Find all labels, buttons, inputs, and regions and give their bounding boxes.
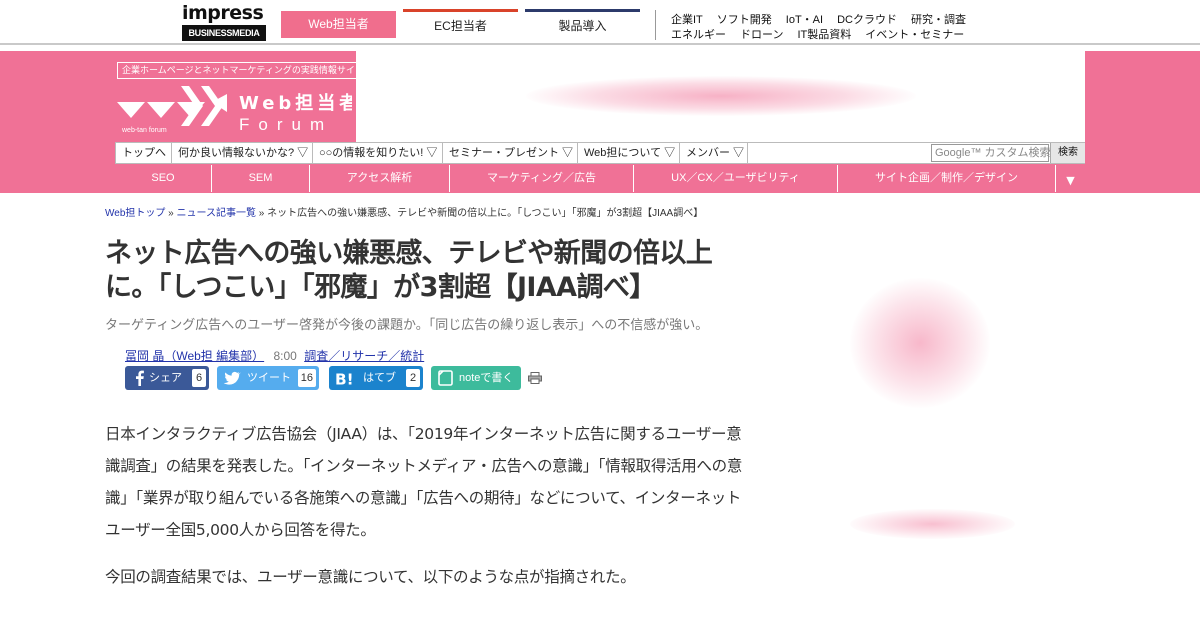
header-ad-banner[interactable]	[356, 51, 1085, 142]
impress-logo-word: impress	[182, 2, 264, 24]
logo-forum-text: Forum	[239, 115, 333, 134]
nav-member[interactable]: メンバー ▽	[680, 143, 748, 163]
site-header: 企業ホームページとネットマーケティングの実践情報サイト web-tan foru…	[0, 51, 1200, 193]
sidebar-ad[interactable]	[850, 278, 990, 408]
nav-seminar[interactable]: セミナー・プレゼント ▽	[443, 143, 578, 163]
breadcrumb-current: ネット広告への強い嫌悪感、テレビや新聞の倍以上に。「しつこい」「邪魔」が3割超【…	[267, 208, 704, 219]
article-paragraph: 今回の調査結果では、ユーザー意識について、以下のような点が指摘された。	[105, 568, 636, 586]
svg-text:B!: B!	[335, 370, 353, 387]
category-nav-design[interactable]: サイト企画／制作／デザイン	[838, 165, 1055, 192]
facebook-share-label: シェア	[149, 372, 182, 384]
category-link[interactable]: 企業IT	[671, 14, 703, 26]
category-link[interactable]: ドローン	[740, 29, 783, 41]
twitter-icon	[223, 371, 241, 385]
facebook-share-count: 6	[192, 369, 206, 387]
search-button[interactable]: 検索	[1050, 143, 1085, 163]
print-icon[interactable]	[528, 372, 542, 384]
chevron-down-icon[interactable]: ▼	[1055, 165, 1085, 192]
category-links-row1: 企業IT ソフト開発 IoT・AI DCクラウド 研究・調査	[671, 11, 980, 27]
facebook-share-button[interactable]: シェア 6	[125, 366, 209, 390]
product-tab-web[interactable]: Web担当者	[281, 11, 396, 38]
nav-about[interactable]: Web担について ▽	[578, 143, 680, 163]
hatena-bookmark-count: 2	[406, 369, 420, 387]
product-tab-product[interactable]: 製品導入	[525, 9, 640, 38]
breadcrumb-home[interactable]: Web担トップ	[105, 208, 165, 219]
category-link[interactable]: IoT・AI	[786, 14, 823, 26]
search-input[interactable]: Google™ カスタム検索	[931, 144, 1051, 162]
breadcrumb-sep: »	[258, 208, 265, 219]
author-link[interactable]: 冨岡 晶（Web担 編集部）	[125, 349, 264, 363]
category-nav: SEO SEM アクセス解析 マーケティング／広告 UX／CX／ユーザビリティ …	[115, 165, 1085, 192]
breadcrumb-sep: »	[168, 208, 174, 219]
category-link[interactable]: 調査／リサーチ／統計	[304, 349, 424, 363]
breadcrumb: Web担トップ » ニュース記事一覧 » ネット広告への強い嫌悪感、テレビや新聞…	[105, 204, 703, 219]
category-nav-ux[interactable]: UX／CX／ユーザビリティ	[634, 165, 838, 192]
breadcrumb-news[interactable]: ニュース記事一覧	[177, 208, 257, 219]
note-share-button[interactable]: noteで書く	[431, 366, 521, 390]
logo-title-text: Web担当者	[239, 92, 352, 114]
hatena-bookmark-label: はてブ	[363, 372, 396, 384]
sidebar-ad[interactable]	[850, 509, 1015, 539]
nav-top[interactable]: トップへ	[116, 143, 172, 163]
publish-time: 8:00	[273, 349, 297, 363]
nav-find-info[interactable]: 何か良い情報ないかな? ▽	[172, 143, 313, 163]
article-subtitle: ターゲティング広告へのユーザー啓発が今後の課題か。「同じ広告の繰り返し表示」への…	[105, 317, 709, 332]
twitter-share-count: 16	[297, 369, 316, 387]
category-link[interactable]: IT製品資料	[797, 29, 851, 41]
impress-logo-sub: BUSINESSMEDIA	[182, 25, 266, 41]
top-bar: impress BUSINESSMEDIA Web担当者 EC担当者 製品導入 …	[0, 0, 1200, 45]
note-share-label: noteで書く	[459, 372, 514, 384]
article-paragraph: 日本インタラクティブ広告協会（JIAA）は、「2019年インターネット広告に関す…	[105, 425, 743, 539]
category-link[interactable]: 研究・調査	[911, 14, 966, 26]
web-tan-logo-icon: web-tan forum Web担当者 Forum	[117, 86, 352, 134]
category-link[interactable]: DCクラウド	[837, 14, 897, 26]
category-nav-sem[interactable]: SEM	[212, 165, 310, 192]
facebook-icon	[136, 370, 144, 386]
category-nav-analytics[interactable]: アクセス解析	[310, 165, 450, 192]
site-logo[interactable]: 企業ホームページとネットマーケティングの実践情報サイト web-tan foru…	[115, 51, 369, 142]
nav-know-info[interactable]: ○○の情報を知りたい! ▽	[313, 143, 443, 163]
hatena-bookmark-button[interactable]: B! はてブ 2	[329, 366, 423, 390]
ad-placeholder	[526, 76, 916, 116]
article-headline: ネット広告への強い嫌悪感、テレビや新聞の倍以上に。「しつこい」「邪魔」が3割超【…	[105, 238, 713, 303]
category-link[interactable]: イベント・セミナー	[865, 29, 964, 41]
impress-logo[interactable]: impress BUSINESSMEDIA	[182, 3, 266, 41]
site-tagline: 企業ホームページとネットマーケティングの実践情報サイト	[117, 62, 369, 79]
article-byline: 冨岡 晶（Web担 編集部） 8:00 調査／リサーチ／統計	[125, 347, 424, 364]
category-links-row2: エネルギー ドローン IT製品資料 イベント・セミナー	[671, 26, 978, 42]
product-tab-ec[interactable]: EC担当者	[403, 9, 518, 38]
category-link[interactable]: エネルギー	[671, 29, 726, 41]
hatena-bookmark-icon: B!	[335, 370, 353, 387]
logo-small-text: web-tan forum	[121, 127, 167, 134]
top-divider	[655, 10, 656, 40]
main-nav: トップへ 何か良い情報ないかな? ▽ ○○の情報を知りたい! ▽ セミナー・プレ…	[115, 142, 1085, 164]
note-icon	[438, 370, 453, 386]
category-nav-seo[interactable]: SEO	[115, 165, 212, 192]
twitter-share-button[interactable]: ツイート 16	[217, 366, 319, 390]
category-nav-marketing[interactable]: マーケティング／広告	[450, 165, 634, 192]
twitter-share-label: ツイート	[247, 372, 291, 384]
category-link[interactable]: ソフト開発	[717, 14, 772, 26]
